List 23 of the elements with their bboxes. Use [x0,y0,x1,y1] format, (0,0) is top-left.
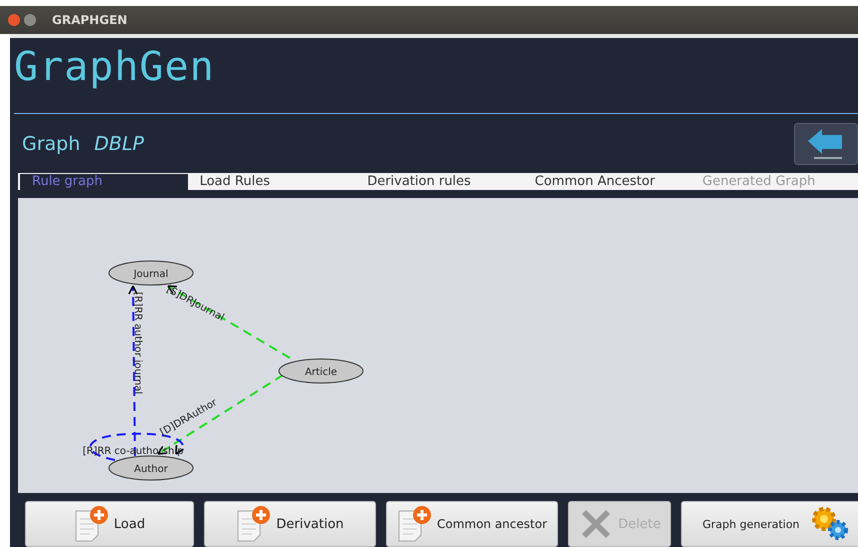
window-title: GRAPHGEN [52,13,128,27]
graph-node[interactable]: Author [108,456,194,480]
edge-label: [R]RR author journal [132,292,143,394]
gears-icon [810,506,850,542]
action-button[interactable]: Derivation [204,501,376,547]
app-logo: GraphGen [13,43,216,92]
tab[interactable]: Load Rules [188,174,356,190]
add-document-icon [396,505,433,543]
add-document-icon [74,505,110,543]
add-document-icon [236,505,272,543]
graph-node[interactable]: Journal [108,260,194,286]
tab[interactable]: Common Ancestor [522,174,690,190]
close-button[interactable] [8,14,20,26]
minimize-button[interactable] [24,14,36,26]
graph-label: Graph [22,133,80,156]
tab[interactable]: Derivation rules [355,174,523,190]
back-button[interactable] [794,123,858,166]
graph-node[interactable]: Article [278,358,364,384]
tab[interactable]: Rule graph [20,174,188,190]
action-button[interactable]: Load [25,501,194,547]
action-button[interactable]: Graph generation [681,501,858,547]
graph-name: DBLP [94,133,144,156]
action-button[interactable]: Common ancestor [386,501,558,547]
